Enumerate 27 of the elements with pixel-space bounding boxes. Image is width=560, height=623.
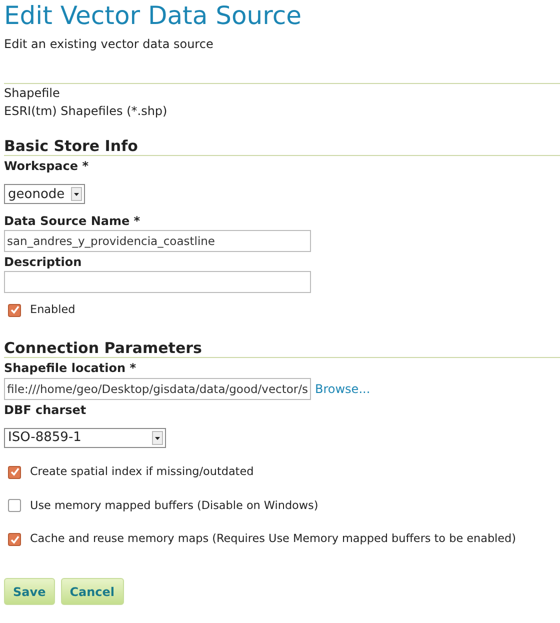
section-heading: Basic Store Info xyxy=(4,137,560,156)
form-button[interactable]: Cancel xyxy=(60,578,124,606)
checkbox[interactable] xyxy=(8,533,21,546)
input-field[interactable]: file:///home/geo/Desktop/gisdata/data/good/vector/s xyxy=(4,378,311,400)
page-title: Edit Vector Data Source xyxy=(4,0,302,31)
checkbox[interactable] xyxy=(8,466,21,479)
form-button[interactable]: Save xyxy=(4,578,55,606)
checkbox-label: Cache and reuse memory maps (Requires Use Memory mapped buffers to be enabled) xyxy=(30,531,516,548)
store-type: Shapefile xyxy=(4,85,61,102)
checkbox-label: Use memory mapped buffers (Disable on Windows) xyxy=(30,498,318,514)
field-label: Workspace * xyxy=(4,158,90,175)
checkbox[interactable] xyxy=(8,499,21,512)
checkbox-label: Enabled xyxy=(30,302,76,318)
dropdown[interactable]: geonode xyxy=(4,184,85,204)
input-field[interactable]: san_andres_y_providencia_coastline xyxy=(4,230,311,252)
store-type-description: ESRI(tm) Shapefiles (*.shp) xyxy=(4,103,168,120)
dropdown[interactable]: ISO-8859-1 xyxy=(4,428,166,448)
checkbox-label: Create spatial index if missing/outdated xyxy=(30,464,254,480)
field-label: Description xyxy=(4,254,83,271)
checkbox[interactable] xyxy=(8,304,21,317)
browse-link[interactable]: Browse... xyxy=(315,380,370,398)
input-field[interactable] xyxy=(4,271,311,293)
section-heading: Connection Parameters xyxy=(4,338,560,358)
field-label: Shapefile location * xyxy=(4,360,137,377)
field-label: DBF charset xyxy=(4,402,88,419)
page-subtitle: Edit an existing vector data source xyxy=(4,36,214,53)
field-label: Data Source Name * xyxy=(4,213,142,230)
